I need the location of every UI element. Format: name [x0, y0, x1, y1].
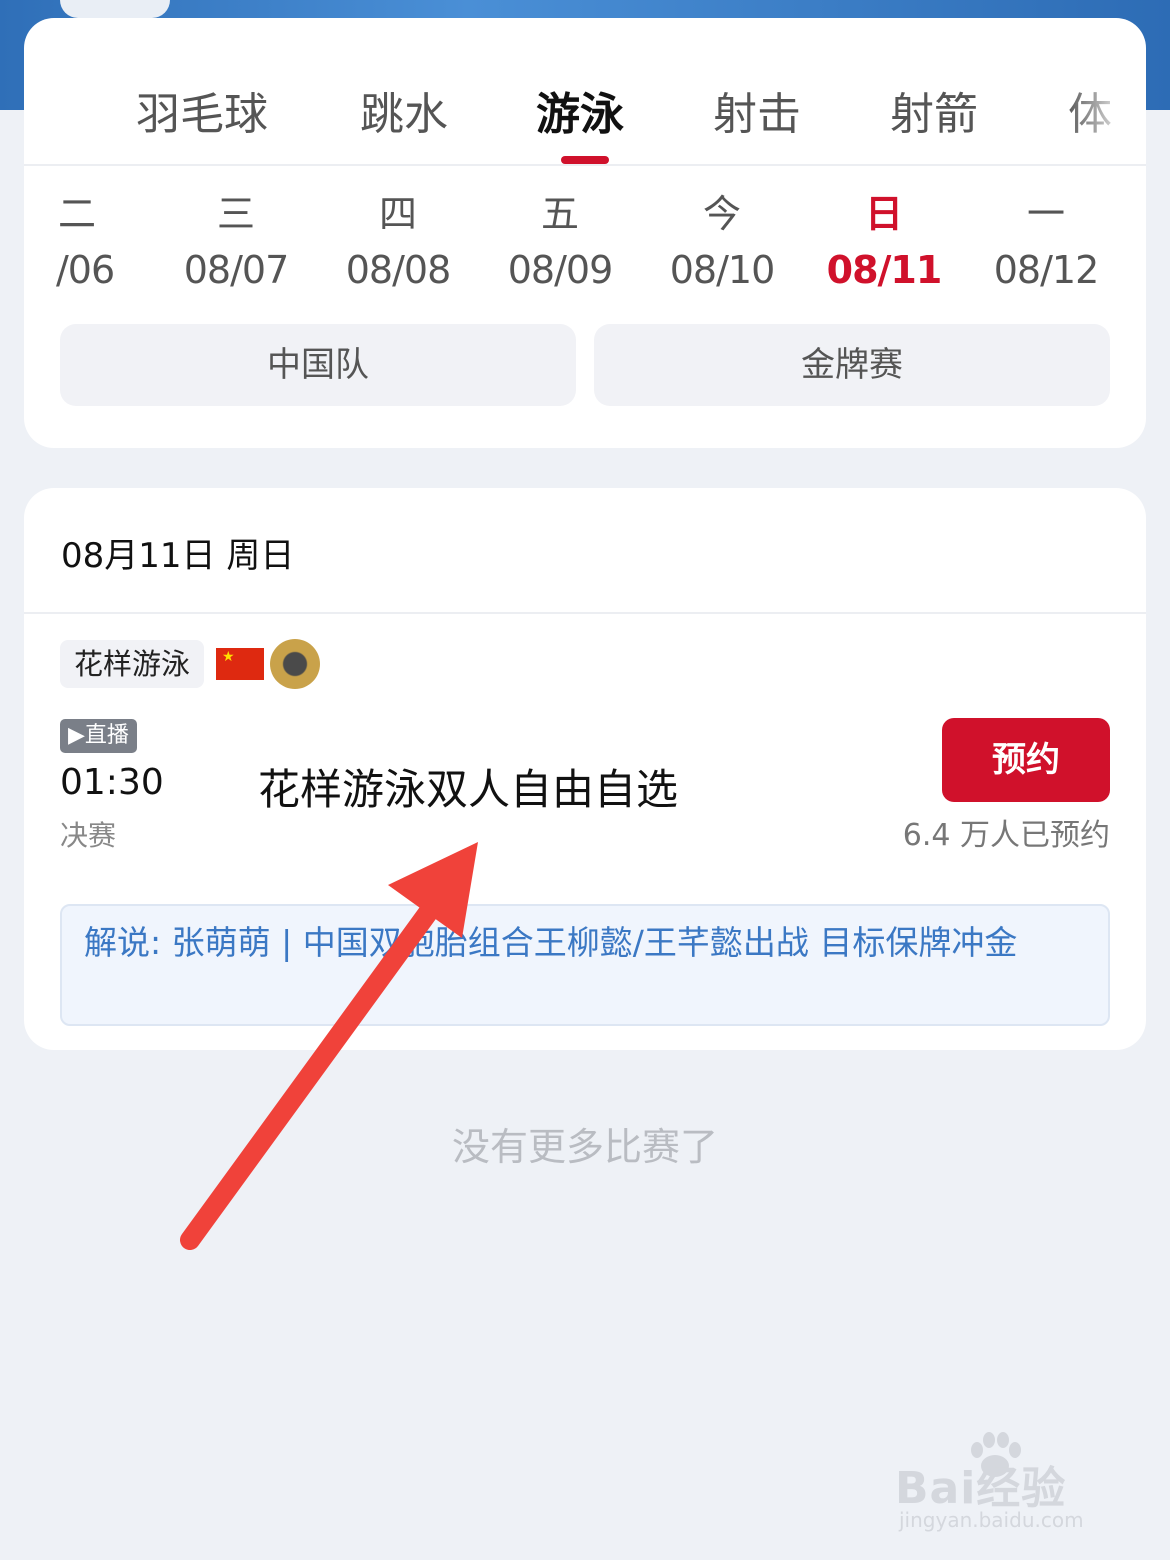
sport-tag: 花样游泳 [60, 640, 205, 688]
date-weekday: 三 [216, 192, 255, 236]
no-more-matches-text: 没有更多比赛了 [451, 1125, 718, 1169]
sport-tabs: 羽毛球 跳水 游泳 射击 射箭 体 [24, 18, 1146, 164]
baidu-jingyan-watermark: Bai经验 jingyan.baidu.com [895, 1430, 1135, 1540]
date-weekday: 一 [1026, 192, 1065, 236]
play-icon: ▶ [68, 723, 85, 748]
gold-medal-icon [270, 639, 320, 689]
date-item[interactable]: 一 08/12 [981, 186, 1111, 298]
date-item-selected[interactable]: 日 08/11 [819, 186, 949, 298]
commentary-box[interactable]: 解说: 张萌萌 | 中国双胞胎组合王柳懿/王芊懿出战 目标保牌冲金 [60, 904, 1110, 1026]
reserve-count: 6.4 万人已预约 [902, 818, 1110, 853]
event-time: 01:30 [60, 762, 164, 803]
tabs-fade [1066, 58, 1146, 148]
schedule-card: 08月11日 周日 花样游泳 ★ ▶直播 01:30 决赛 花样游泳双人自由自选… [24, 488, 1146, 1050]
china-flag-icon: ★ [216, 648, 264, 680]
date-value: 08/07 [183, 248, 290, 292]
live-badge-label: 直播 [84, 723, 129, 748]
tab-badminton[interactable]: 羽毛球 [136, 78, 268, 142]
date-item[interactable]: 五 08/09 [495, 186, 625, 298]
china-team-filter-button[interactable]: 中国队 [60, 324, 576, 406]
date-weekday: 二 [58, 192, 97, 236]
date-item[interactable]: 三 08/07 [171, 186, 301, 298]
tab-swimming[interactable]: 游泳 [536, 78, 624, 142]
date-value: 08/12 [993, 248, 1100, 292]
gold-medal-filter-button[interactable]: 金牌赛 [594, 324, 1110, 406]
date-value: 08/11 [826, 248, 943, 292]
date-item[interactable]: 四 08/08 [333, 186, 463, 298]
reserve-button[interactable]: 预约 [942, 718, 1110, 802]
date-value: 08/10 [669, 248, 776, 292]
header-banner-image [60, 0, 170, 18]
tab-shooting[interactable]: 射击 [713, 78, 801, 142]
event-stage: 决赛 [60, 819, 117, 852]
filter-card: 羽毛球 跳水 游泳 射击 射箭 体 二 /06 三 08/07 四 08/08 … [24, 18, 1146, 448]
date-value: 08/09 [507, 248, 614, 292]
live-badge: ▶直播 [60, 719, 137, 753]
divider [24, 164, 1146, 166]
date-item[interactable]: 今 08/10 [657, 186, 787, 298]
watermark-url: jingyan.baidu.com [899, 1508, 1084, 1532]
active-tab-indicator [561, 156, 609, 164]
date-value: 08/08 [345, 248, 452, 292]
date-weekday: 今 [702, 192, 741, 236]
schedule-date-header: 08月11日 周日 [61, 536, 295, 576]
date-item[interactable]: 二 /06 [24, 186, 152, 298]
date-weekday: 日 [864, 192, 903, 236]
date-weekday: 四 [378, 192, 417, 236]
divider [24, 612, 1146, 614]
tab-archery[interactable]: 射箭 [890, 78, 978, 142]
date-weekday: 五 [540, 192, 579, 236]
date-value: /06 [56, 248, 115, 292]
flag-star-icon: ★ [222, 649, 235, 665]
event-title[interactable]: 花样游泳双人自由自选 [258, 756, 678, 817]
watermark-logo-text: Bai经验 [895, 1463, 1067, 1514]
tab-diving[interactable]: 跳水 [360, 78, 448, 142]
